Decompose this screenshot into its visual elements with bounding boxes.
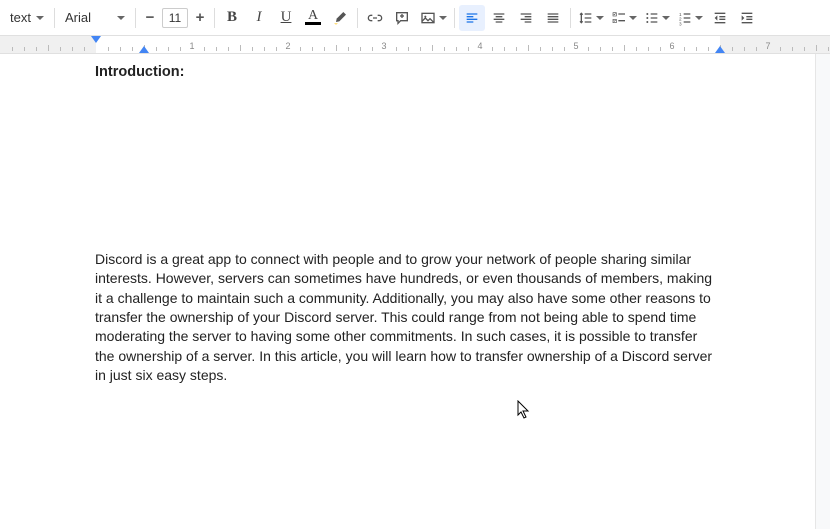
align-center-icon (491, 10, 507, 26)
line-spacing-icon (578, 10, 594, 26)
insert-comment-button[interactable] (389, 5, 415, 31)
insert-link-button[interactable] (362, 5, 388, 31)
line-spacing-button[interactable] (575, 5, 607, 31)
image-icon (420, 10, 436, 26)
increase-indent-button[interactable] (734, 5, 760, 31)
toolbar-separator (570, 8, 571, 28)
horizontal-ruler[interactable]: 1 2 3 4 5 6 7 (0, 36, 830, 54)
chevron-down-icon (117, 16, 125, 20)
increase-font-size-button[interactable]: + (190, 8, 210, 28)
text-color-button[interactable]: A (300, 5, 326, 31)
checklist-icon (611, 10, 627, 26)
increase-indent-icon (739, 10, 755, 26)
formatting-toolbar: text Arial − + B I U A (0, 0, 830, 36)
link-icon (367, 10, 383, 26)
chevron-down-icon (439, 16, 447, 20)
chevron-down-icon (662, 16, 670, 20)
list-group: 1 2 3 (608, 5, 760, 31)
italic-button[interactable]: I (246, 5, 272, 31)
ruler-number: 4 (477, 41, 482, 51)
ruler-number: 5 (573, 41, 578, 51)
underline-button[interactable]: U (273, 5, 299, 31)
numbered-list-button[interactable]: 1 2 3 (674, 5, 706, 31)
left-indent-marker[interactable] (139, 46, 149, 53)
ruler-number: 6 (669, 41, 674, 51)
text-color-swatch (305, 22, 321, 25)
font-family-label: Arial (65, 10, 113, 25)
align-group (459, 5, 566, 31)
align-right-button[interactable] (513, 5, 539, 31)
align-right-icon (518, 10, 534, 26)
chevron-down-icon (695, 16, 703, 20)
page-content[interactable]: Introduction: Discord is a great app to … (0, 54, 815, 385)
text-color-icon: A (308, 10, 318, 22)
toolbar-separator (454, 8, 455, 28)
chevron-down-icon (36, 16, 44, 20)
bulleted-list-icon (644, 10, 660, 26)
align-justify-icon (545, 10, 561, 26)
decrease-font-size-button[interactable]: − (140, 8, 160, 28)
chevron-down-icon (596, 16, 604, 20)
ruler-number: 3 (381, 41, 386, 51)
toolbar-separator (214, 8, 215, 28)
font-family-select[interactable]: Arial (59, 5, 131, 31)
page[interactable]: Introduction: Discord is a great app to … (0, 54, 816, 529)
align-left-button[interactable] (459, 5, 485, 31)
bulleted-list-button[interactable] (641, 5, 673, 31)
toolbar-separator (357, 8, 358, 28)
toolbar-separator (135, 8, 136, 28)
ruler-number: 7 (765, 41, 770, 51)
font-size-group: − + (140, 8, 210, 28)
ruler-number: 2 (285, 41, 290, 51)
highlight-color-button[interactable] (327, 5, 353, 31)
highlighter-icon (332, 10, 348, 26)
align-center-button[interactable] (486, 5, 512, 31)
heading-introduction[interactable]: Introduction: (95, 62, 720, 82)
right-indent-marker[interactable] (715, 46, 725, 53)
font-size-input[interactable] (162, 8, 188, 28)
chevron-down-icon (629, 16, 637, 20)
numbered-list-icon: 1 2 3 (677, 10, 693, 26)
toolbar-separator (54, 8, 55, 28)
bold-button[interactable]: B (219, 5, 245, 31)
body-paragraph[interactable]: Discord is a great app to connect with p… (95, 250, 720, 385)
paragraph-style-select[interactable]: text (4, 5, 50, 31)
paragraph-style-label: text (10, 10, 32, 25)
decrease-indent-button[interactable] (707, 5, 733, 31)
decrease-indent-icon (712, 10, 728, 26)
svg-text:3: 3 (679, 21, 682, 26)
checklist-button[interactable] (608, 5, 640, 31)
insert-image-button[interactable] (416, 5, 450, 31)
align-justify-button[interactable] (540, 5, 566, 31)
ruler-number: 1 (189, 41, 194, 51)
comment-icon (394, 10, 410, 26)
align-left-icon (464, 10, 480, 26)
document-canvas: Introduction: Discord is a great app to … (0, 54, 830, 529)
first-line-indent-marker[interactable] (91, 36, 101, 43)
